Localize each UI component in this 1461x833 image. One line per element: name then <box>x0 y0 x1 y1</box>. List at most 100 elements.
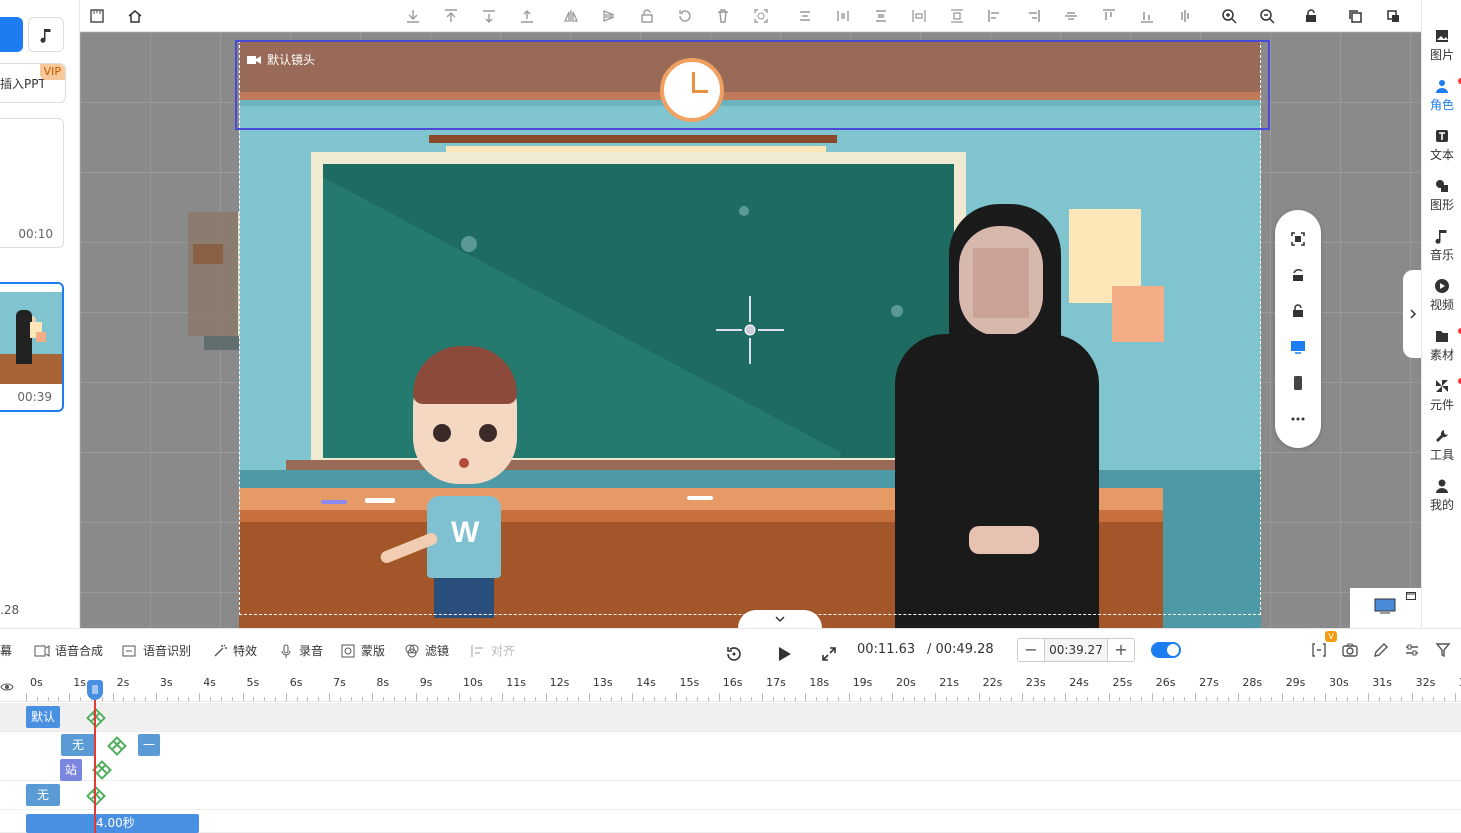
ruler-tick <box>426 697 428 701</box>
decrease-button[interactable]: − <box>1018 639 1044 661</box>
fit-width-button[interactable] <box>910 7 928 25</box>
move-up-button[interactable] <box>518 7 536 25</box>
phone-icon <box>1294 376 1302 390</box>
add-scene-button[interactable] <box>0 17 23 52</box>
time-ruler[interactable]: 0s 1s 2s 3s 4s 5s 6s 7s 8s 9s 10s 11s 12s 13s 14s 15s 16… <box>0 672 1461 702</box>
rotate-button[interactable] <box>676 7 694 25</box>
replay-button[interactable] <box>724 644 744 667</box>
flip-horizontal-button[interactable] <box>562 7 580 25</box>
sidebar-item-music[interactable]: 音乐 <box>1422 228 1461 263</box>
align-tool[interactable]: 对齐 <box>470 642 515 659</box>
move-top-button[interactable] <box>442 7 460 25</box>
duration-value[interactable]: 00:39.27 <box>1044 639 1108 661</box>
portrait-mode-button[interactable] <box>1287 372 1309 394</box>
scene-thumbnail-2[interactable]: 00:39 <box>0 282 64 412</box>
distribute-v-button[interactable] <box>872 7 890 25</box>
flip-vertical-button[interactable] <box>600 7 618 25</box>
pose-clip[interactable]: 站 <box>60 759 82 781</box>
ruler-tick <box>1216 697 1218 701</box>
play-button[interactable] <box>774 644 794 667</box>
keyframe-marker[interactable] <box>86 786 106 806</box>
subtitle-tool[interactable]: 幕 <box>0 642 12 659</box>
copy-button[interactable] <box>1346 7 1364 25</box>
keyframe-marker[interactable] <box>86 708 106 728</box>
fit-height-button[interactable] <box>948 7 966 25</box>
snapshot-button[interactable] <box>1342 642 1358 661</box>
split-button[interactable]: V <box>1311 631 1337 661</box>
action-clip[interactable]: 无 <box>61 734 95 756</box>
fullscreen-button[interactable] <box>820 645 838 666</box>
asr-tool[interactable]: 语音识别 <box>122 642 191 659</box>
keyframe-marker[interactable] <box>107 736 127 756</box>
filter-tool[interactable]: 滤镜 <box>404 642 449 659</box>
rotate-canvas-button[interactable] <box>1287 264 1309 286</box>
more-button[interactable] <box>1287 408 1309 430</box>
move-down-button[interactable] <box>480 7 498 25</box>
align-top-button[interactable] <box>1100 7 1118 25</box>
align-top-edge-button[interactable] <box>796 7 814 25</box>
camera-clip[interactable]: 默认 <box>26 706 60 728</box>
lock-button[interactable] <box>638 7 656 25</box>
ruler-tick <box>729 697 731 701</box>
zoom-out-button[interactable] <box>1258 7 1276 25</box>
move-bottom-button[interactable] <box>404 7 422 25</box>
sidebar-item-shape[interactable]: 图形 <box>1422 178 1461 213</box>
tts-tool[interactable]: 语音合成 <box>34 642 103 659</box>
duration-stepper[interactable]: − 00:39.27 + <box>1017 638 1135 662</box>
align-left-button[interactable] <box>986 7 1004 25</box>
distribute-h-button[interactable] <box>834 7 852 25</box>
zoom-in-button[interactable] <box>1220 7 1238 25</box>
ruler-tick <box>459 693 460 701</box>
face-detect-button[interactable] <box>752 7 770 25</box>
insert-ppt-button[interactable]: 插入PPT VIP <box>0 63 66 103</box>
sidebar-item-label: 元件 <box>1429 398 1454 412</box>
unlock-icon <box>1306 9 1316 22</box>
scene-thumbnail-1[interactable]: 00:10 <box>0 118 64 248</box>
action-clip[interactable]: 一 <box>138 734 160 756</box>
effect-tool[interactable]: 特效 <box>212 642 257 659</box>
zoom-out-icon <box>1260 9 1275 24</box>
expand-panel-button[interactable] <box>1403 270 1421 358</box>
collapse-timeline-button[interactable] <box>738 610 822 628</box>
align-bottom-button[interactable] <box>1138 7 1156 25</box>
ruler-tick <box>892 693 893 701</box>
ruler-tick <box>848 693 850 701</box>
tool-label: 特效 <box>233 644 258 658</box>
fit-screen-button[interactable] <box>1287 228 1309 250</box>
align-center-v-button[interactable] <box>1176 7 1194 25</box>
edit-button[interactable] <box>1373 642 1389 661</box>
settings-button[interactable] <box>1404 642 1420 661</box>
delete-button[interactable] <box>714 7 732 25</box>
home-button[interactable] <box>126 7 144 25</box>
camera-frame[interactable]: 默认镜头 <box>235 40 1270 130</box>
effect-clip[interactable]: 无 <box>26 784 60 806</box>
increase-button[interactable]: + <box>1108 639 1134 661</box>
landscape-mode-button[interactable] <box>1287 336 1309 358</box>
paste-button[interactable] <box>1384 7 1402 25</box>
playhead-handle[interactable] <box>87 680 103 700</box>
snap-toggle[interactable] <box>1151 642 1181 658</box>
sidebar-item-material[interactable]: 素材 <box>1422 328 1461 363</box>
music-button[interactable] <box>28 17 64 52</box>
mini-preview[interactable] <box>1350 588 1421 628</box>
sidebar-item-character[interactable]: 角色 <box>1422 78 1461 113</box>
sidebar-item-tool[interactable]: 工具 <box>1422 428 1461 463</box>
align-right-button[interactable] <box>1024 7 1042 25</box>
filter-button[interactable] <box>1435 642 1451 661</box>
mask-tool[interactable]: 蒙版 <box>340 642 385 659</box>
sidebar-item-text[interactable]: 文本 <box>1422 128 1461 163</box>
record-tool[interactable]: 录音 <box>278 642 323 659</box>
ruler-tick <box>26 693 27 701</box>
sidebar-item-mine[interactable]: 我的 <box>1422 478 1461 513</box>
ruler-toggle-button[interactable] <box>88 7 106 25</box>
edit-icon <box>1374 643 1388 657</box>
sidebar-item-video[interactable]: 视频 <box>1422 278 1461 313</box>
lock-canvas-button[interactable] <box>1287 300 1309 322</box>
ruler-tick-label: 16s <box>722 676 743 689</box>
sidebar-item-component[interactable]: 元件 <box>1422 378 1461 413</box>
unlock-button[interactable] <box>1302 7 1320 25</box>
sidebar-item-image[interactable]: 图片 <box>1422 28 1461 63</box>
canvas-area[interactable]: W 默认镜头 <box>80 32 1421 628</box>
duration-clip[interactable]: 4.00秒 <box>26 814 199 833</box>
align-center-h-button[interactable] <box>1062 7 1080 25</box>
